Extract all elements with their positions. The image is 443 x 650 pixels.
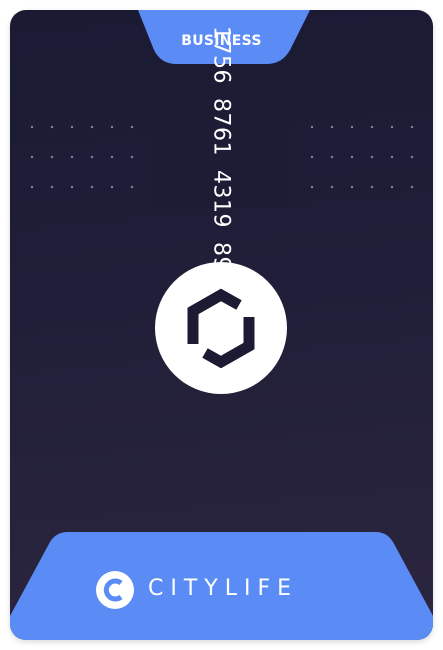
brand-logo-icon [96,571,134,609]
business-card: BUSINESS 1756 8761 4319 8922 CITYLIFE [10,10,433,640]
card-number-group-1: 1756 [208,26,234,84]
hexagon-logo-icon [187,288,255,368]
card-number-group-3: 4319 [208,170,234,228]
brand-name: CITYLIFE [148,576,299,601]
card-number-group-2: 8761 [208,98,234,156]
logo-badge [155,262,287,394]
card-number: 1756 8761 4319 8922 [209,26,234,300]
c-logo-icon [103,578,123,602]
